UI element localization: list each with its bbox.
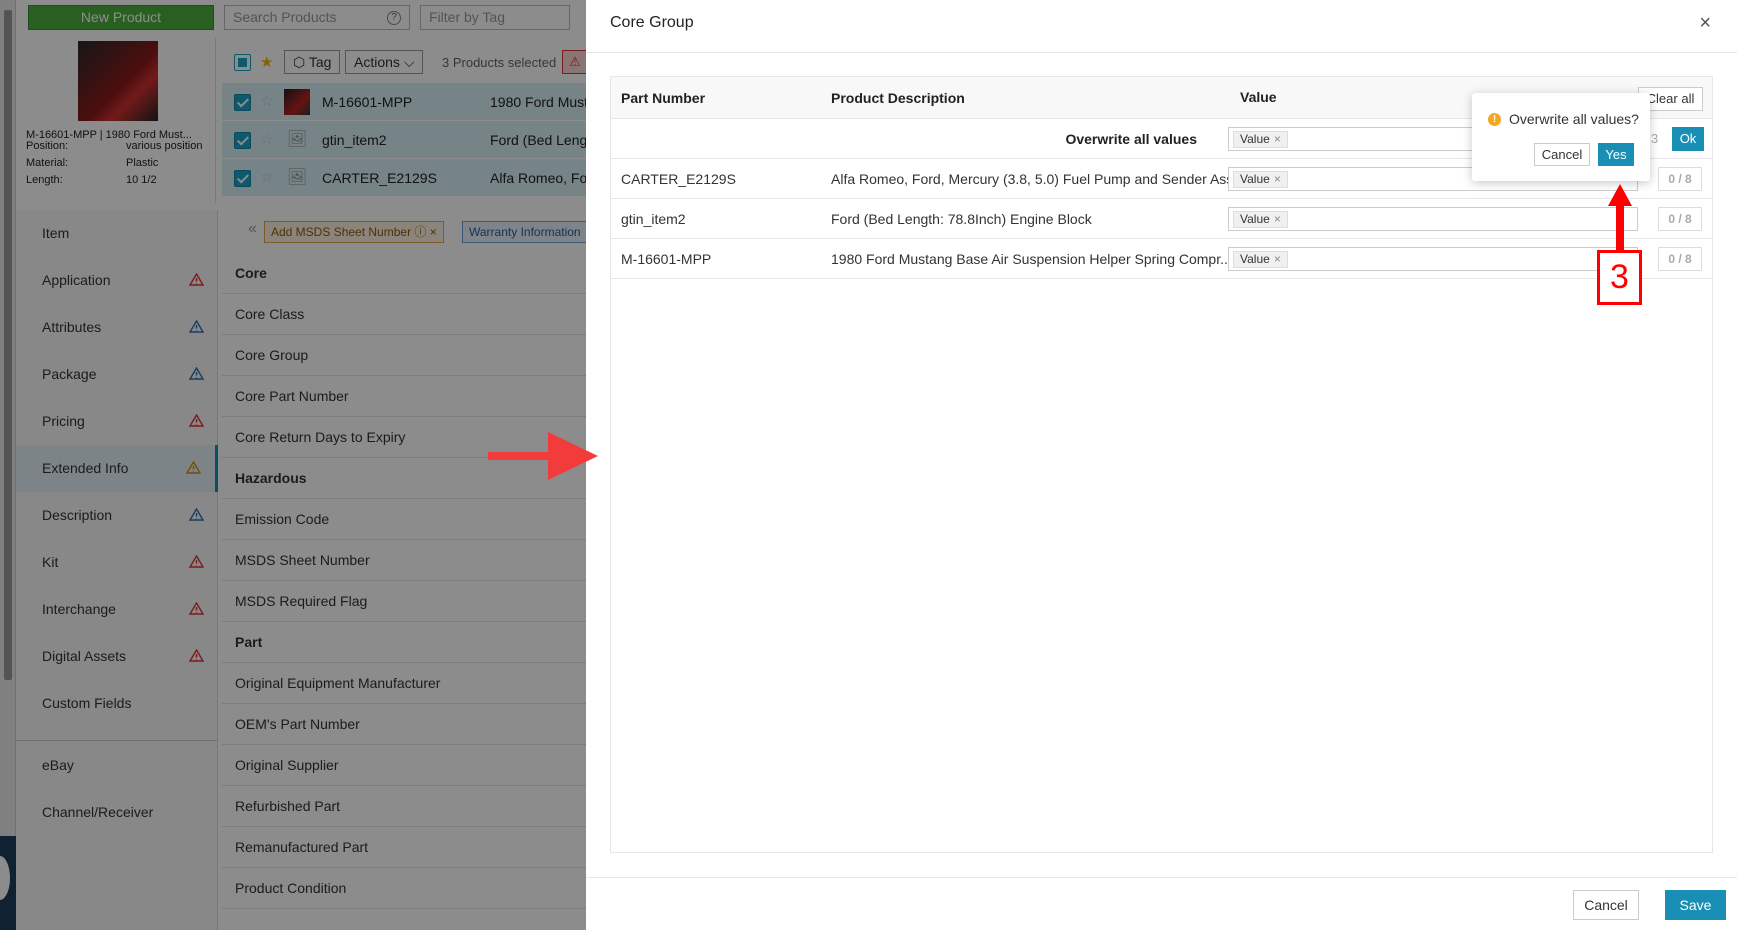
value-chip: Value × — [1233, 171, 1288, 188]
value-chip: Value × — [1233, 211, 1288, 228]
annotation-arrow-up-icon — [1608, 184, 1632, 250]
col-value: Value — [1240, 89, 1277, 105]
annotation-arrow-right-icon — [488, 432, 598, 480]
char-count: 0 / 8 — [1658, 247, 1702, 271]
value-input[interactable]: Value × — [1228, 247, 1638, 271]
row-description: 1980 Ford Mustang Base Air Suspension He… — [831, 251, 1232, 267]
popconfirm-cancel-button[interactable]: Cancel — [1534, 143, 1590, 166]
col-part-number: Part Number — [621, 90, 706, 106]
divider — [586, 877, 1737, 878]
chip-text: Value — [1240, 172, 1270, 186]
drawer-title: Core Group — [610, 14, 694, 31]
char-count: 0 / 8 — [1658, 167, 1702, 191]
table-row: gtin_item2 Ford (Bed Length: 78.8Inch) E… — [611, 199, 1712, 239]
values-table: Part Number Product Description Value Cl… — [610, 76, 1713, 853]
close-icon[interactable]: × — [1699, 12, 1711, 35]
cancel-button[interactable]: Cancel — [1573, 890, 1639, 920]
exclamation-icon: ! — [1488, 113, 1501, 126]
remove-chip-icon[interactable]: × — [1274, 132, 1281, 146]
value-input[interactable]: Value × — [1228, 207, 1638, 231]
divider — [586, 52, 1737, 53]
table-row: M-16601-MPP 1980 Ford Mustang Base Air S… — [611, 239, 1712, 279]
popconfirm-yes-button[interactable]: Yes — [1598, 143, 1634, 166]
remove-chip-icon[interactable]: × — [1274, 172, 1281, 186]
chip-text: Value — [1240, 212, 1270, 226]
overwrite-popconfirm: ! Overwrite all values? Cancel Yes — [1472, 93, 1650, 181]
popconfirm-message: Overwrite all values? — [1509, 111, 1639, 127]
remove-chip-icon[interactable]: × — [1274, 252, 1281, 266]
row-part-number: CARTER_E2129S — [621, 171, 736, 187]
char-count: 0 / 8 — [1658, 207, 1702, 231]
ok-button[interactable]: Ok — [1672, 127, 1704, 151]
value-chip: Value × — [1233, 251, 1288, 268]
row-part-number: gtin_item2 — [621, 211, 686, 227]
row-description: Ford (Bed Length: 78.8Inch) Engine Block — [831, 211, 1092, 227]
step-number-badge: 3 — [1597, 250, 1642, 305]
overwrite-label: Overwrite all values — [1065, 131, 1197, 147]
value-chip: Value × — [1233, 131, 1288, 148]
row-description: Alfa Romeo, Ford, Mercury (3.8, 5.0) Fue… — [831, 171, 1245, 187]
row-part-number: M-16601-MPP — [621, 251, 712, 267]
screen: New Product Search Products ? Filter by … — [0, 0, 1737, 930]
overwrite-count: 3 — [1651, 131, 1659, 146]
col-description: Product Description — [831, 90, 965, 106]
chip-text: Value — [1240, 252, 1270, 266]
remove-chip-icon[interactable]: × — [1274, 212, 1281, 226]
chip-text: Value — [1240, 132, 1270, 146]
save-button[interactable]: Save — [1665, 890, 1726, 920]
